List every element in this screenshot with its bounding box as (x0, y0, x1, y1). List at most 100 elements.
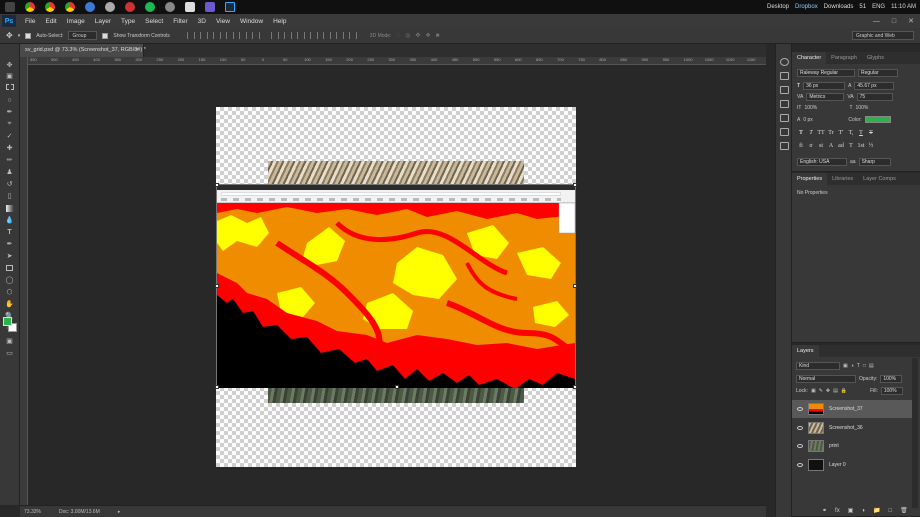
desktop-toolbar-label[interactable]: Desktop (767, 4, 789, 10)
chrome-icon[interactable] (25, 2, 35, 12)
filter-adjustment-icon[interactable]: ◑ (851, 363, 854, 369)
distribute-right-icon[interactable] (335, 32, 344, 39)
add-mask-icon[interactable]: ▣ (848, 507, 854, 514)
layer-name[interactable]: print (829, 443, 839, 449)
layer-row-screenshot-36[interactable]: Screenshot_36 (792, 419, 912, 437)
link-layers-icon[interactable]: ⚭ (822, 507, 827, 514)
app-icon[interactable] (205, 2, 215, 12)
menu-layer[interactable]: Layer (90, 18, 116, 25)
filter-shape-icon[interactable]: □ (863, 363, 866, 369)
canvas-area[interactable] (28, 65, 766, 505)
layer-row-layer-0[interactable]: Layer 0 (792, 456, 912, 474)
styles-icon[interactable] (780, 86, 789, 94)
downloads-label[interactable]: Downloads (824, 4, 854, 10)
move-tool-icon[interactable]: ✥ (6, 31, 13, 40)
tool-preset-chevron-icon[interactable]: ▾ (18, 33, 21, 39)
fill-field[interactable]: 100% (880, 387, 903, 395)
layer-name[interactable]: Layer 0 (829, 462, 846, 468)
transform-handle-bm[interactable] (395, 385, 399, 389)
subscript-button[interactable]: T, (847, 129, 855, 137)
tracking-field[interactable]: 75 (856, 93, 893, 101)
3d-tool-icon[interactable]: ⬡ (4, 287, 15, 297)
layer-filter-select[interactable]: Kind (796, 362, 840, 370)
horizontal-ruler[interactable]: 550 500 450 400 350 300 250 200 150 100 50 0 50 100 15… (28, 57, 766, 65)
tab-character[interactable]: Character (792, 52, 827, 64)
menu-3d[interactable]: 3D (193, 18, 211, 25)
status-arrow-icon[interactable]: ▸ (118, 509, 121, 515)
font-size-field[interactable]: 36 px (803, 82, 846, 90)
marquee-tool-icon[interactable] (4, 82, 15, 92)
transform-handle-tl[interactable] (215, 183, 219, 187)
layer-style-icon[interactable]: fx (835, 508, 840, 514)
adjustment-layer-icon[interactable]: ◑ (861, 508, 865, 514)
app-icon[interactable] (85, 2, 95, 12)
crop-tool-icon[interactable]: ⌖ (4, 119, 15, 129)
menu-help[interactable]: Help (268, 18, 291, 25)
path-selection-tool-icon[interactable]: ➤ (4, 251, 15, 261)
faux-italic-button[interactable]: T (807, 129, 815, 137)
kerning-field[interactable]: Metrics (806, 93, 845, 101)
selected-layer-screenshot[interactable] (215, 183, 577, 389)
visibility-eye-icon[interactable] (797, 407, 803, 411)
lock-pixels-icon[interactable]: ✎ (819, 388, 823, 394)
layer-name[interactable]: Screenshot_36 (829, 425, 863, 431)
text-color-swatch[interactable] (864, 116, 891, 123)
document-canvas[interactable] (215, 107, 577, 467)
tab-layer-comps[interactable]: Layer Comps (858, 173, 901, 185)
brush-tool-icon[interactable]: ✏ (4, 155, 15, 165)
hand-tool-icon[interactable]: ✋ (4, 299, 15, 309)
horizontal-scale-value[interactable]: 100% (856, 105, 869, 111)
menu-filter[interactable]: Filter (168, 18, 192, 25)
show-transform-checkbox[interactable] (102, 32, 109, 39)
layer-row-print[interactable]: print (792, 437, 912, 455)
minimize-icon[interactable]: — (873, 18, 880, 25)
transform-handle-ml[interactable] (215, 284, 219, 288)
ordinals-button[interactable]: 1st (857, 142, 865, 150)
transform-handle-bl[interactable] (215, 385, 219, 389)
tab-glyphs[interactable]: Glyphs (862, 52, 889, 64)
lock-transparency-icon[interactable]: ▣ (811, 388, 816, 394)
lock-artboard-icon[interactable]: ▤ (833, 388, 838, 394)
vertical-ruler[interactable] (20, 57, 28, 505)
rectangle-tool-icon[interactable] (4, 263, 15, 273)
close-tab-icon[interactable]: × (136, 44, 139, 57)
fractions-button[interactable]: ½ (867, 142, 875, 150)
layers-scrollbar[interactable] (912, 358, 918, 508)
libraries-icon[interactable] (780, 58, 789, 66)
workspace-switcher[interactable]: Graphic and Web (852, 31, 914, 40)
old-style-button[interactable]: σ (807, 142, 815, 150)
filter-smart-object-icon[interactable]: ▤ (869, 363, 874, 369)
distribute-vcenter-icon[interactable] (283, 32, 292, 39)
all-caps-button[interactable]: TT (817, 129, 825, 137)
adjustments-icon[interactable] (780, 72, 789, 80)
history-brush-tool-icon[interactable]: ↺ (4, 179, 15, 189)
quick-mask-icon[interactable]: ▣ (4, 336, 15, 346)
align-right-icon[interactable] (251, 32, 260, 39)
language-indicator[interactable]: ENG (872, 4, 885, 10)
menu-file[interactable]: File (20, 18, 40, 25)
leading-field[interactable]: 45.67 px (854, 82, 895, 90)
distribute-top-icon[interactable] (270, 32, 279, 39)
screen-mode-icon[interactable]: ▭ (4, 348, 15, 358)
new-group-icon[interactable]: 📁 (873, 507, 880, 514)
filter-type-icon[interactable]: T (857, 363, 860, 369)
ligatures-button[interactable]: fi (797, 142, 805, 150)
font-style-select[interactable]: Regular (858, 69, 898, 77)
visibility-eye-icon[interactable] (797, 463, 803, 467)
transform-handle-br[interactable] (573, 385, 577, 389)
strikethrough-button[interactable]: T (867, 129, 875, 137)
menu-type[interactable]: Type (116, 18, 140, 25)
lock-all-icon[interactable]: 🔒 (841, 388, 847, 394)
clock[interactable]: 11:10 AM (891, 4, 916, 10)
foreground-color-swatch[interactable] (3, 317, 12, 326)
align-left-icon[interactable] (225, 32, 234, 39)
tab-properties[interactable]: Properties (792, 173, 828, 185)
delete-layer-icon[interactable]: 🗑 (900, 507, 908, 514)
visibility-eye-icon[interactable] (797, 444, 803, 448)
menu-edit[interactable]: Edit (40, 18, 61, 25)
faux-bold-button[interactable]: T (797, 129, 805, 137)
tab-layers[interactable]: Layers (792, 345, 819, 357)
app-icon[interactable] (165, 2, 175, 12)
font-family-select[interactable]: Raleway Regular (797, 69, 855, 77)
windows-start-icon[interactable] (5, 2, 15, 12)
